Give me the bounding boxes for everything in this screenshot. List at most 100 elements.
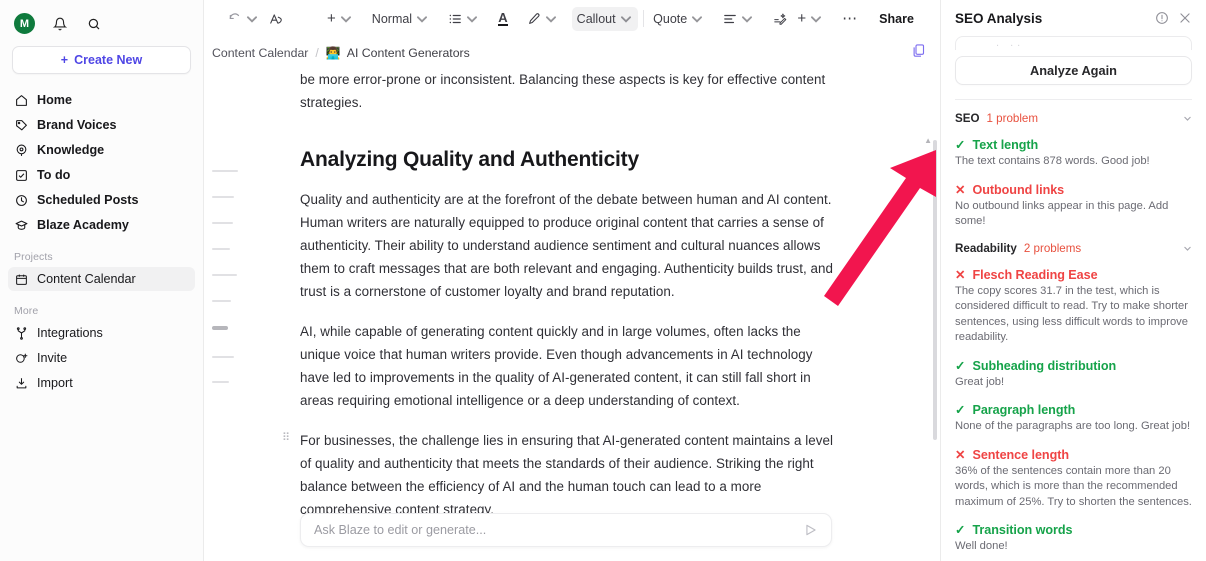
callout-dropdown[interactable]: Callout <box>571 6 638 31</box>
share-label: Share <box>879 11 914 26</box>
sidebar-item-scheduled-posts[interactable]: Scheduled Posts <box>8 188 195 212</box>
chevron-down-icon[interactable] <box>1183 244 1192 253</box>
document-body[interactable]: be more error-prone or inconsistent. Bal… <box>282 68 840 538</box>
paragraph-2[interactable]: AI, while capable of generating content … <box>300 320 840 412</box>
check-title: Text length <box>972 138 1039 152</box>
editor-toolbar: + Normal A Callout Quote + ⋯ Share <box>204 0 940 38</box>
more-options-button[interactable]: ⋯ <box>837 7 863 31</box>
check-description: Great job! <box>955 375 1005 388</box>
group-name: Readability <box>955 241 1017 255</box>
breadcrumb-document-title: AI Content Generators <box>346 46 470 60</box>
sidebar-item-to-do[interactable]: To do <box>8 163 195 187</box>
text-color-button[interactable]: A <box>493 7 512 31</box>
invite-icon <box>14 351 28 365</box>
analyze-again-button[interactable]: Analyze Again <box>955 56 1192 85</box>
plus-icon: + <box>60 53 69 67</box>
paragraph-3[interactable]: For businesses, the challenge lies in en… <box>300 429 840 521</box>
ai-write-button[interactable] <box>768 7 792 31</box>
check-title: Transition words <box>972 523 1073 537</box>
sidebar-label: Knowledge <box>37 143 105 157</box>
drag-handle-icon[interactable]: ⠿ <box>282 432 291 444</box>
check-title: Flesch Reading Ease <box>972 267 1098 282</box>
sidebar-item-brand-voices[interactable]: Brand Voices <box>8 113 195 137</box>
sidebar-item-import[interactable]: Import <box>8 371 195 395</box>
sidebar-item-content-calendar[interactable]: Content Calendar <box>8 267 195 291</box>
paragraph-1[interactable]: Quality and authenticity are at the fore… <box>300 188 840 303</box>
paragraph-style-label: Normal <box>371 11 413 26</box>
paragraph-style-dropdown[interactable]: Normal <box>367 7 434 31</box>
check-title: Outbound links <box>972 182 1065 197</box>
sidebar-label: Invite <box>37 351 68 365</box>
close-icon[interactable] <box>1177 11 1192 26</box>
insert-button[interactable]: + <box>322 7 358 31</box>
check-ok-icon: ✓ <box>955 523 966 537</box>
format-painter-button[interactable] <box>264 7 288 31</box>
clock-icon <box>14 193 28 207</box>
sidebar-top-bar: M <box>8 0 195 38</box>
list-dropdown[interactable] <box>443 7 484 31</box>
paragraph-3-wrapper: ⠿ For businesses, the challenge lies in … <box>282 429 840 521</box>
sidebar-item-blaze-academy[interactable]: Blaze Academy <box>8 213 195 237</box>
import-icon <box>14 376 28 390</box>
nodes-icon <box>14 326 28 340</box>
sidebar-item-home[interactable]: Home <box>8 88 195 112</box>
primary-nav: Home Brand Voices Knowledge To do Schedu… <box>8 88 195 237</box>
more-section-label: More <box>14 305 39 317</box>
outline-minimap <box>204 68 264 561</box>
sidebar-label: To do <box>37 168 71 182</box>
copy-icon[interactable] <box>911 43 926 58</box>
search-icon[interactable] <box>85 15 103 33</box>
check-title: Subheading distribution <box>972 358 1117 373</box>
chevron-down-icon[interactable] <box>1183 114 1192 123</box>
sidebar-item-knowledge[interactable]: Knowledge <box>8 138 195 162</box>
share-button[interactable]: Share <box>872 7 921 31</box>
check-ok-icon: ✓ <box>955 358 966 373</box>
highlighter-dropdown[interactable] <box>522 7 563 31</box>
graduation-icon <box>14 218 28 232</box>
send-icon[interactable] <box>804 523 818 537</box>
bell-icon[interactable] <box>51 15 69 33</box>
align-dropdown[interactable] <box>718 7 759 31</box>
callout-label: Callout <box>576 11 616 26</box>
check-title: Sentence length <box>972 447 1070 462</box>
sidebar-item-invite[interactable]: Invite <box>8 346 195 370</box>
left-sidebar: M + Create New Home Brand Voices Knowled… <box>0 0 204 561</box>
check-header: ✕ Flesch Reading Ease <box>955 268 1192 282</box>
group-header-readability[interactable]: Readability 2 problems <box>955 242 1192 255</box>
check-item: ✕ Sentence length 36% of the sentences c… <box>955 448 1192 511</box>
info-circle-icon[interactable] <box>1154 11 1169 26</box>
quote-dropdown[interactable]: Quote <box>648 7 709 31</box>
breadcrumb-project[interactable]: Content Calendar <box>212 46 308 60</box>
editor-scrollbar[interactable] <box>933 140 937 440</box>
avatar[interactable]: M <box>14 13 35 34</box>
sidebar-label: Content Calendar <box>37 272 136 286</box>
sidebar-label: Brand Voices <box>37 118 117 132</box>
sidebar-item-integrations[interactable]: Integrations <box>8 321 195 345</box>
sidebar-label: Home <box>37 93 72 107</box>
check-item: ✓ Subheading distribution Great job! <box>955 359 1192 391</box>
group-header-seo[interactable]: SEO 1 problem <box>955 112 1192 125</box>
editor-main: + Normal A Callout Quote + ⋯ Share Conte… <box>204 0 940 561</box>
sidebar-label: Integrations <box>37 326 103 340</box>
check-description: 36% of the sentences contain more than 2… <box>955 464 1192 508</box>
check-header: ✓ Text length <box>955 138 1192 152</box>
seo-analysis-panel: SEO Analysis . .. Analyze Again SEO 1 pr… <box>940 0 1206 561</box>
check-item: ✓ Transition words Well done! <box>955 523 1192 555</box>
undo-button[interactable] <box>223 7 264 31</box>
breadcrumb-document[interactable]: 👨‍💻 AI Content Generators <box>326 46 470 60</box>
analyze-again-label: Analyze Again <box>1030 63 1117 78</box>
create-new-button[interactable]: + Create New <box>12 46 191 74</box>
ask-blaze-bar[interactable]: Ask Blaze to edit or generate... <box>300 513 832 547</box>
paragraph-top[interactable]: be more error-prone or inconsistent. Bal… <box>300 68 840 114</box>
seo-panel-header: SEO Analysis <box>941 0 1206 36</box>
check-header: ✕ Sentence length <box>955 448 1192 462</box>
sidebar-label: Import <box>37 376 73 390</box>
keyword-input-partial[interactable]: . .. <box>955 36 1192 50</box>
check-title: Paragraph length <box>972 403 1076 417</box>
add-dropdown[interactable]: + <box>792 7 828 31</box>
check-fail-icon: ✕ <box>955 447 966 462</box>
plus-icon: + <box>326 9 336 27</box>
section-heading[interactable]: Analyzing Quality and Authenticity <box>300 146 840 174</box>
scroll-up-caret-icon: ▲ <box>924 136 932 145</box>
app-root: M + Create New Home Brand Voices Knowled… <box>0 0 1206 561</box>
